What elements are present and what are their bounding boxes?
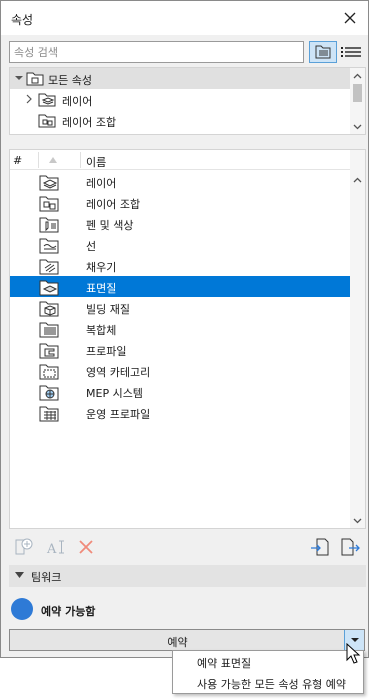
title-bar: 속성 [1, 1, 368, 35]
layer-icon [39, 175, 59, 191]
collapse-arrow-icon[interactable] [15, 572, 24, 579]
tree-item-all-attributes[interactable]: 모든 속성 [10, 68, 350, 89]
scroll-down-icon[interactable] [353, 122, 362, 131]
menu-item-reserve-all[interactable]: 사용 가능한 모든 속성 유형 예약 [173, 673, 363, 693]
list-item-building-material[interactable]: 빌딩 재질 [10, 297, 351, 318]
line-type-icon [39, 238, 59, 254]
export-icon[interactable] [339, 536, 361, 558]
list-item-operation-profile[interactable]: 운영 프로파일 [10, 402, 351, 423]
list-item-label: 펜 및 색상 [86, 219, 134, 232]
list-item-composite[interactable]: 복합체 [10, 318, 351, 339]
list-item-label: 영역 카테고리 [86, 366, 151, 379]
search-input[interactable] [9, 41, 304, 63]
menu-item-reserve-surface[interactable]: 예약 표면질 [173, 652, 363, 672]
profile-icon [39, 343, 59, 359]
composite-icon [39, 322, 59, 338]
search-row [9, 41, 365, 65]
layer-icon [38, 93, 56, 107]
list-item-label: 운영 프로파일 [86, 408, 151, 421]
list-item-label: 표면질 [86, 282, 117, 295]
scroll-up-icon[interactable] [353, 176, 362, 185]
list-item-profile[interactable]: 프로파일 [10, 339, 351, 360]
list-header: # 이름 [10, 150, 351, 170]
availability-status-icon [11, 598, 33, 620]
list-item-label: 복합체 [86, 324, 117, 337]
layer-combination-icon [38, 114, 56, 128]
list-item-label: 선 [86, 240, 97, 253]
column-header-name[interactable]: 이름 [86, 154, 106, 170]
layer-combination-icon [39, 196, 59, 212]
column-divider [80, 152, 81, 168]
reserve-dropdown-menu: 예약 표면질 사용 가능한 모든 속성 유형 예약 [172, 650, 364, 694]
window-title: 속성 [11, 13, 34, 27]
building-material-icon [39, 301, 59, 317]
availability-status: 예약 가능함 [41, 605, 96, 618]
delete-icon[interactable] [75, 536, 97, 558]
folder-view-button[interactable] [309, 41, 337, 63]
reserve-button-label[interactable]: 예약 [10, 634, 345, 650]
scroll-up-icon[interactable] [353, 72, 362, 81]
scroll-down-icon[interactable] [353, 516, 362, 525]
list-view-button[interactable] [339, 41, 365, 63]
list-item-label: 빌딩 재질 [86, 303, 130, 316]
list-view-icon [341, 47, 361, 57]
tree-item-layer[interactable]: 레이어 [10, 89, 350, 110]
list-item-label: 레이어 [86, 177, 117, 190]
list-item-layer[interactable]: 레이어 [10, 171, 351, 192]
new-attribute-icon[interactable] [13, 536, 35, 558]
column-header-number[interactable]: # [13, 154, 22, 167]
pen-color-icon [39, 217, 59, 233]
chevron-down-icon[interactable] [14, 73, 24, 83]
tree-item-label: 레이어 조합 [62, 116, 117, 129]
attribute-tree: 모든 속성 레이어 레이어 조합 [9, 67, 366, 135]
list-item-line-type[interactable]: 선 [10, 234, 351, 255]
list-item-label: 레이어 조합 [86, 198, 141, 211]
attribute-toolbar: A [9, 535, 366, 561]
tree-item-label: 모든 속성 [48, 74, 92, 87]
fill-icon [39, 259, 59, 275]
list-item-mep-system[interactable]: MEP 시스템 [10, 381, 351, 402]
teamwork-section-header[interactable]: 팀워크 [9, 565, 366, 587]
list-item-pen-color[interactable]: 펜 및 색상 [10, 213, 351, 234]
list-scrollbar[interactable] [350, 150, 365, 528]
import-icon[interactable] [309, 536, 331, 558]
zone-category-icon [39, 364, 59, 380]
rename-icon[interactable]: A [45, 536, 67, 558]
surface-icon [39, 280, 59, 296]
folder-view-icon [315, 45, 331, 59]
scroll-thumb[interactable] [353, 84, 362, 102]
tree-scrollbar[interactable] [350, 68, 365, 134]
svg-text:A: A [46, 542, 57, 557]
folder-all-icon [26, 72, 44, 86]
operation-profile-icon [39, 406, 59, 422]
sort-ascending-icon[interactable] [48, 156, 58, 164]
list-item-surface[interactable]: 표면질 [10, 276, 351, 297]
close-icon[interactable] [341, 9, 359, 27]
tree-item-layer-combination[interactable]: 레이어 조합 [10, 110, 350, 131]
list-item-label: MEP 시스템 [86, 387, 143, 400]
attribute-list: # 이름 레이어 레이어 조합 펜 및 색상 선 채우기 표면질 빌딩 재질 복… [9, 149, 366, 529]
teamwork-title: 팀워크 [31, 571, 62, 584]
tree-item-label: 레이어 [62, 95, 93, 108]
chevron-right-icon[interactable] [24, 94, 34, 104]
list-item-fill[interactable]: 채우기 [10, 255, 351, 276]
list-item-label: 프로파일 [86, 345, 127, 358]
list-item-zone-category[interactable]: 영역 카테고리 [10, 360, 351, 381]
list-item-label: 채우기 [86, 261, 117, 274]
reserve-split-button[interactable]: 예약 [9, 629, 365, 651]
list-item-layer-combination[interactable]: 레이어 조합 [10, 192, 351, 213]
mouse-cursor-icon [346, 643, 361, 664]
column-divider [38, 152, 39, 168]
mep-system-icon [39, 385, 59, 401]
attributes-panel: 속성 모든 속성 레이어 [0, 0, 369, 658]
